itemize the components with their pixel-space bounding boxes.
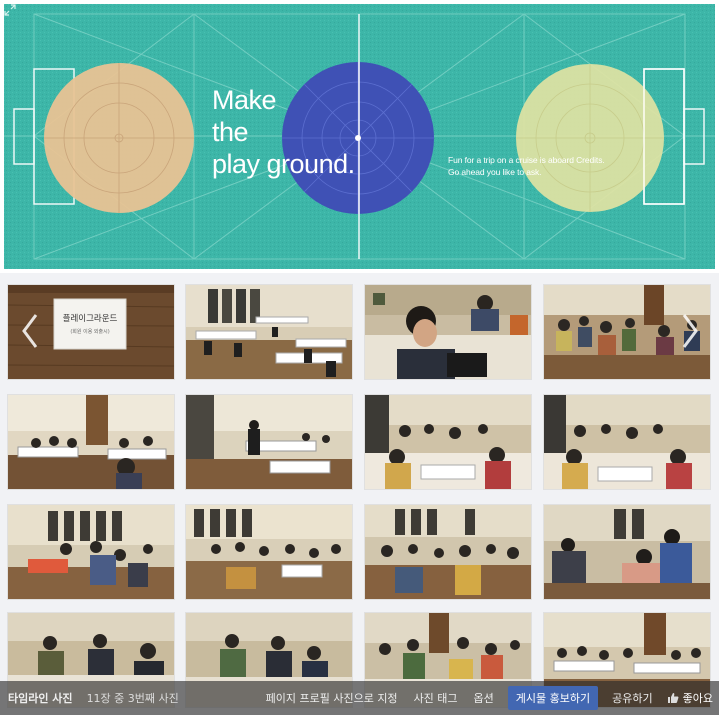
album-link[interactable]: 타임라인 사진 — [0, 690, 81, 706]
tag-photo-link[interactable]: 사진 태그 — [406, 690, 466, 706]
photo-thumbnail[interactable] — [543, 504, 711, 600]
cover-photo[interactable]: Make the play ground. Fun for a trip on … — [4, 4, 715, 269]
photo-thumbnail[interactable] — [364, 394, 532, 490]
subtext-line: Fun for a trip on a cruise is aboard Cre… — [448, 155, 605, 165]
chevron-left-icon[interactable] — [18, 311, 42, 351]
photo-thumbnail[interactable] — [7, 394, 175, 490]
expand-icon[interactable] — [4, 4, 16, 16]
photo-thumbnail[interactable] — [185, 504, 353, 600]
photo-thumbnail[interactable] — [543, 394, 711, 490]
photo-thumbnail[interactable] — [185, 284, 353, 380]
photo-thumbnail[interactable] — [7, 504, 175, 600]
cover-subtext: Fun for a trip on a cruise is aboard Cre… — [448, 154, 605, 178]
cover-headline: Make the play ground. — [212, 84, 355, 180]
headline-line: play ground. — [212, 149, 355, 179]
sign-text: 플레이그라운드 — [63, 313, 118, 324]
sign-subtext: (회원 이용 외출시) — [70, 328, 109, 335]
photo-toolbar: 타임라인 사진 11장 중 3번째 사진 페이지 프로필 사진으로 지정 사진 … — [0, 681, 719, 715]
share-link[interactable]: 공유하기 — [604, 690, 660, 706]
like-button[interactable]: 좋아요 — [661, 690, 719, 706]
chevron-right-icon[interactable] — [678, 311, 702, 351]
thumbs-up-icon — [667, 693, 679, 703]
photo-grid: 플레이그라운드 (회원 이용 외출시) — [0, 273, 719, 715]
like-label: 좋아요 — [682, 692, 713, 705]
boost-post-button[interactable]: 게시물 홍보하기 — [507, 686, 599, 710]
options-link[interactable]: 옵션 — [466, 690, 502, 706]
photo-thumbnail[interactable] — [364, 504, 532, 600]
set-profile-photo-link[interactable]: 페이지 프로필 사진으로 지정 — [258, 690, 406, 706]
photo-viewer: Make the play ground. Fun for a trip on … — [0, 0, 719, 715]
subtext-line: Go ahead you like to ask. — [448, 167, 542, 177]
photo-thumbnail[interactable] — [185, 394, 353, 490]
photo-counter: 11장 중 3번째 사진 — [86, 692, 179, 705]
photo-thumbnail[interactable] — [364, 284, 532, 380]
headline-line: Make — [212, 85, 277, 115]
cover-artwork — [4, 4, 715, 269]
headline-line: the — [212, 117, 249, 147]
